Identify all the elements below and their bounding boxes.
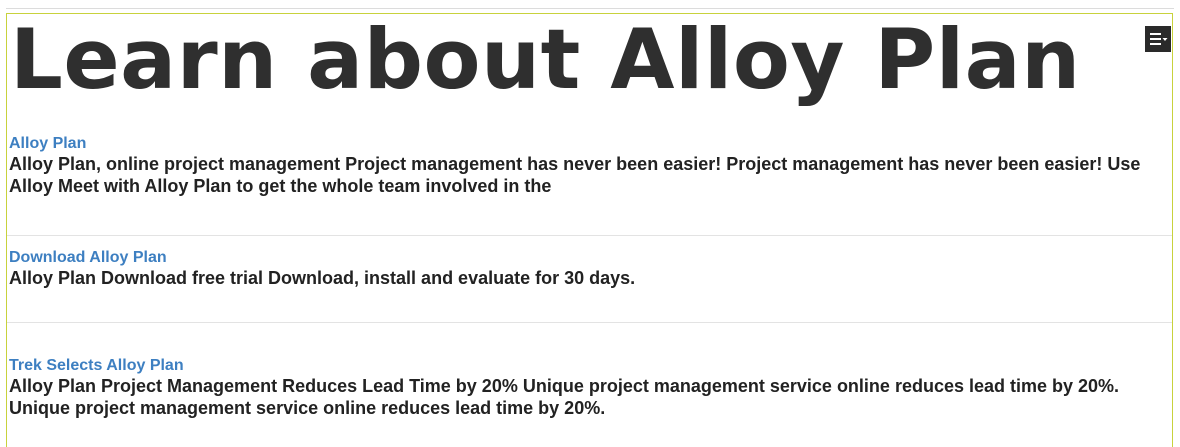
result-link[interactable]: Trek Selects Alloy Plan <box>9 356 184 376</box>
result-snippet: Alloy Plan Project Management Reduces Le… <box>9 376 1120 418</box>
result-snippet: Alloy Plan, online project management Pr… <box>9 154 1141 196</box>
result-link[interactable]: Alloy Plan <box>9 134 86 154</box>
list-menu-dropdown-icon <box>1150 33 1168 45</box>
top-rule <box>6 8 1174 9</box>
page-title: Learn about Alloy Plan <box>10 11 1081 108</box>
result-divider <box>7 235 1172 236</box>
content-frame: Learn about Alloy Plan Alloy Plan Alloy … <box>6 11 1173 447</box>
result-snippet: Alloy Plan Download free trial Download,… <box>9 268 636 288</box>
result-link[interactable]: Download Alloy Plan <box>9 248 167 268</box>
menu-button[interactable] <box>1145 26 1171 52</box>
result-divider <box>7 322 1172 323</box>
